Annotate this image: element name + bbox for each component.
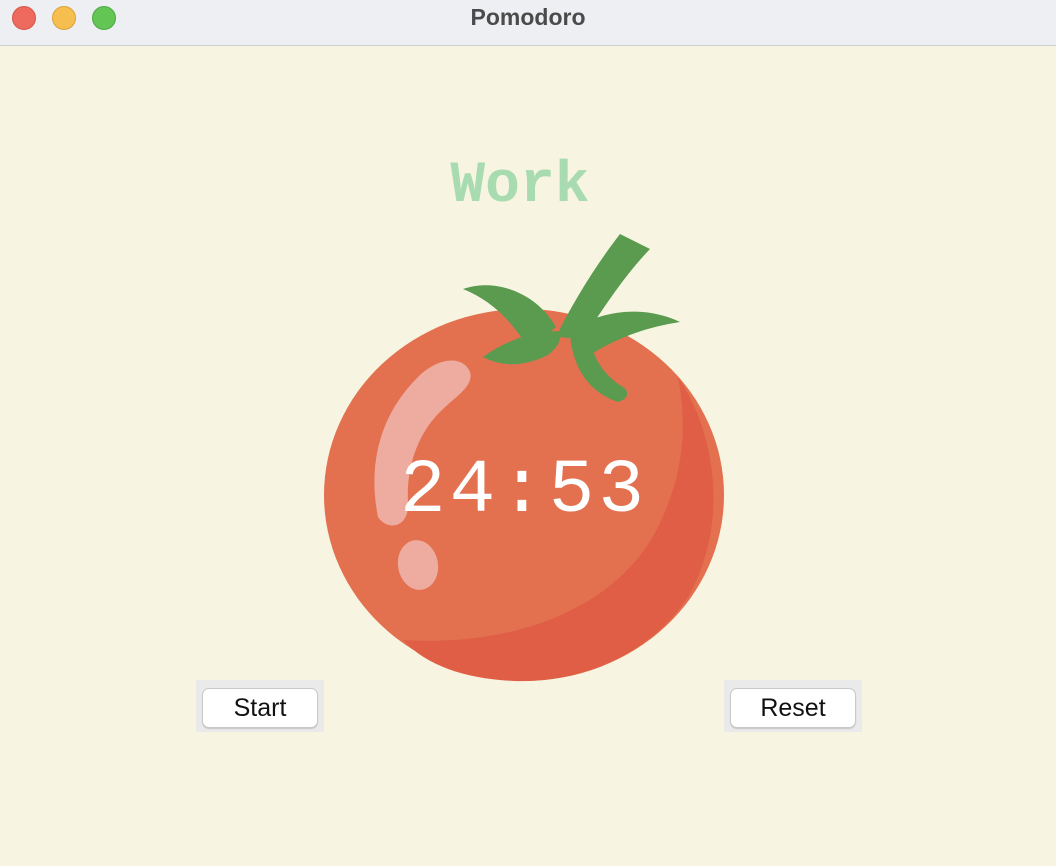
timer-display: 24:53 <box>399 448 649 534</box>
main-content: Work 24:53 Start Reset <box>0 47 1056 866</box>
reset-button[interactable]: Reset <box>730 688 856 728</box>
title-bar[interactable]: Pomodoro <box>0 0 1056 46</box>
reset-button-container: Reset <box>724 680 862 732</box>
start-button-container: Start <box>196 680 324 732</box>
mode-label: Work <box>450 154 590 219</box>
start-button[interactable]: Start <box>202 688 318 728</box>
window-title: Pomodoro <box>470 4 586 30</box>
app-window: Pomodoro Work 24:53 Start Reset <box>0 0 1056 866</box>
